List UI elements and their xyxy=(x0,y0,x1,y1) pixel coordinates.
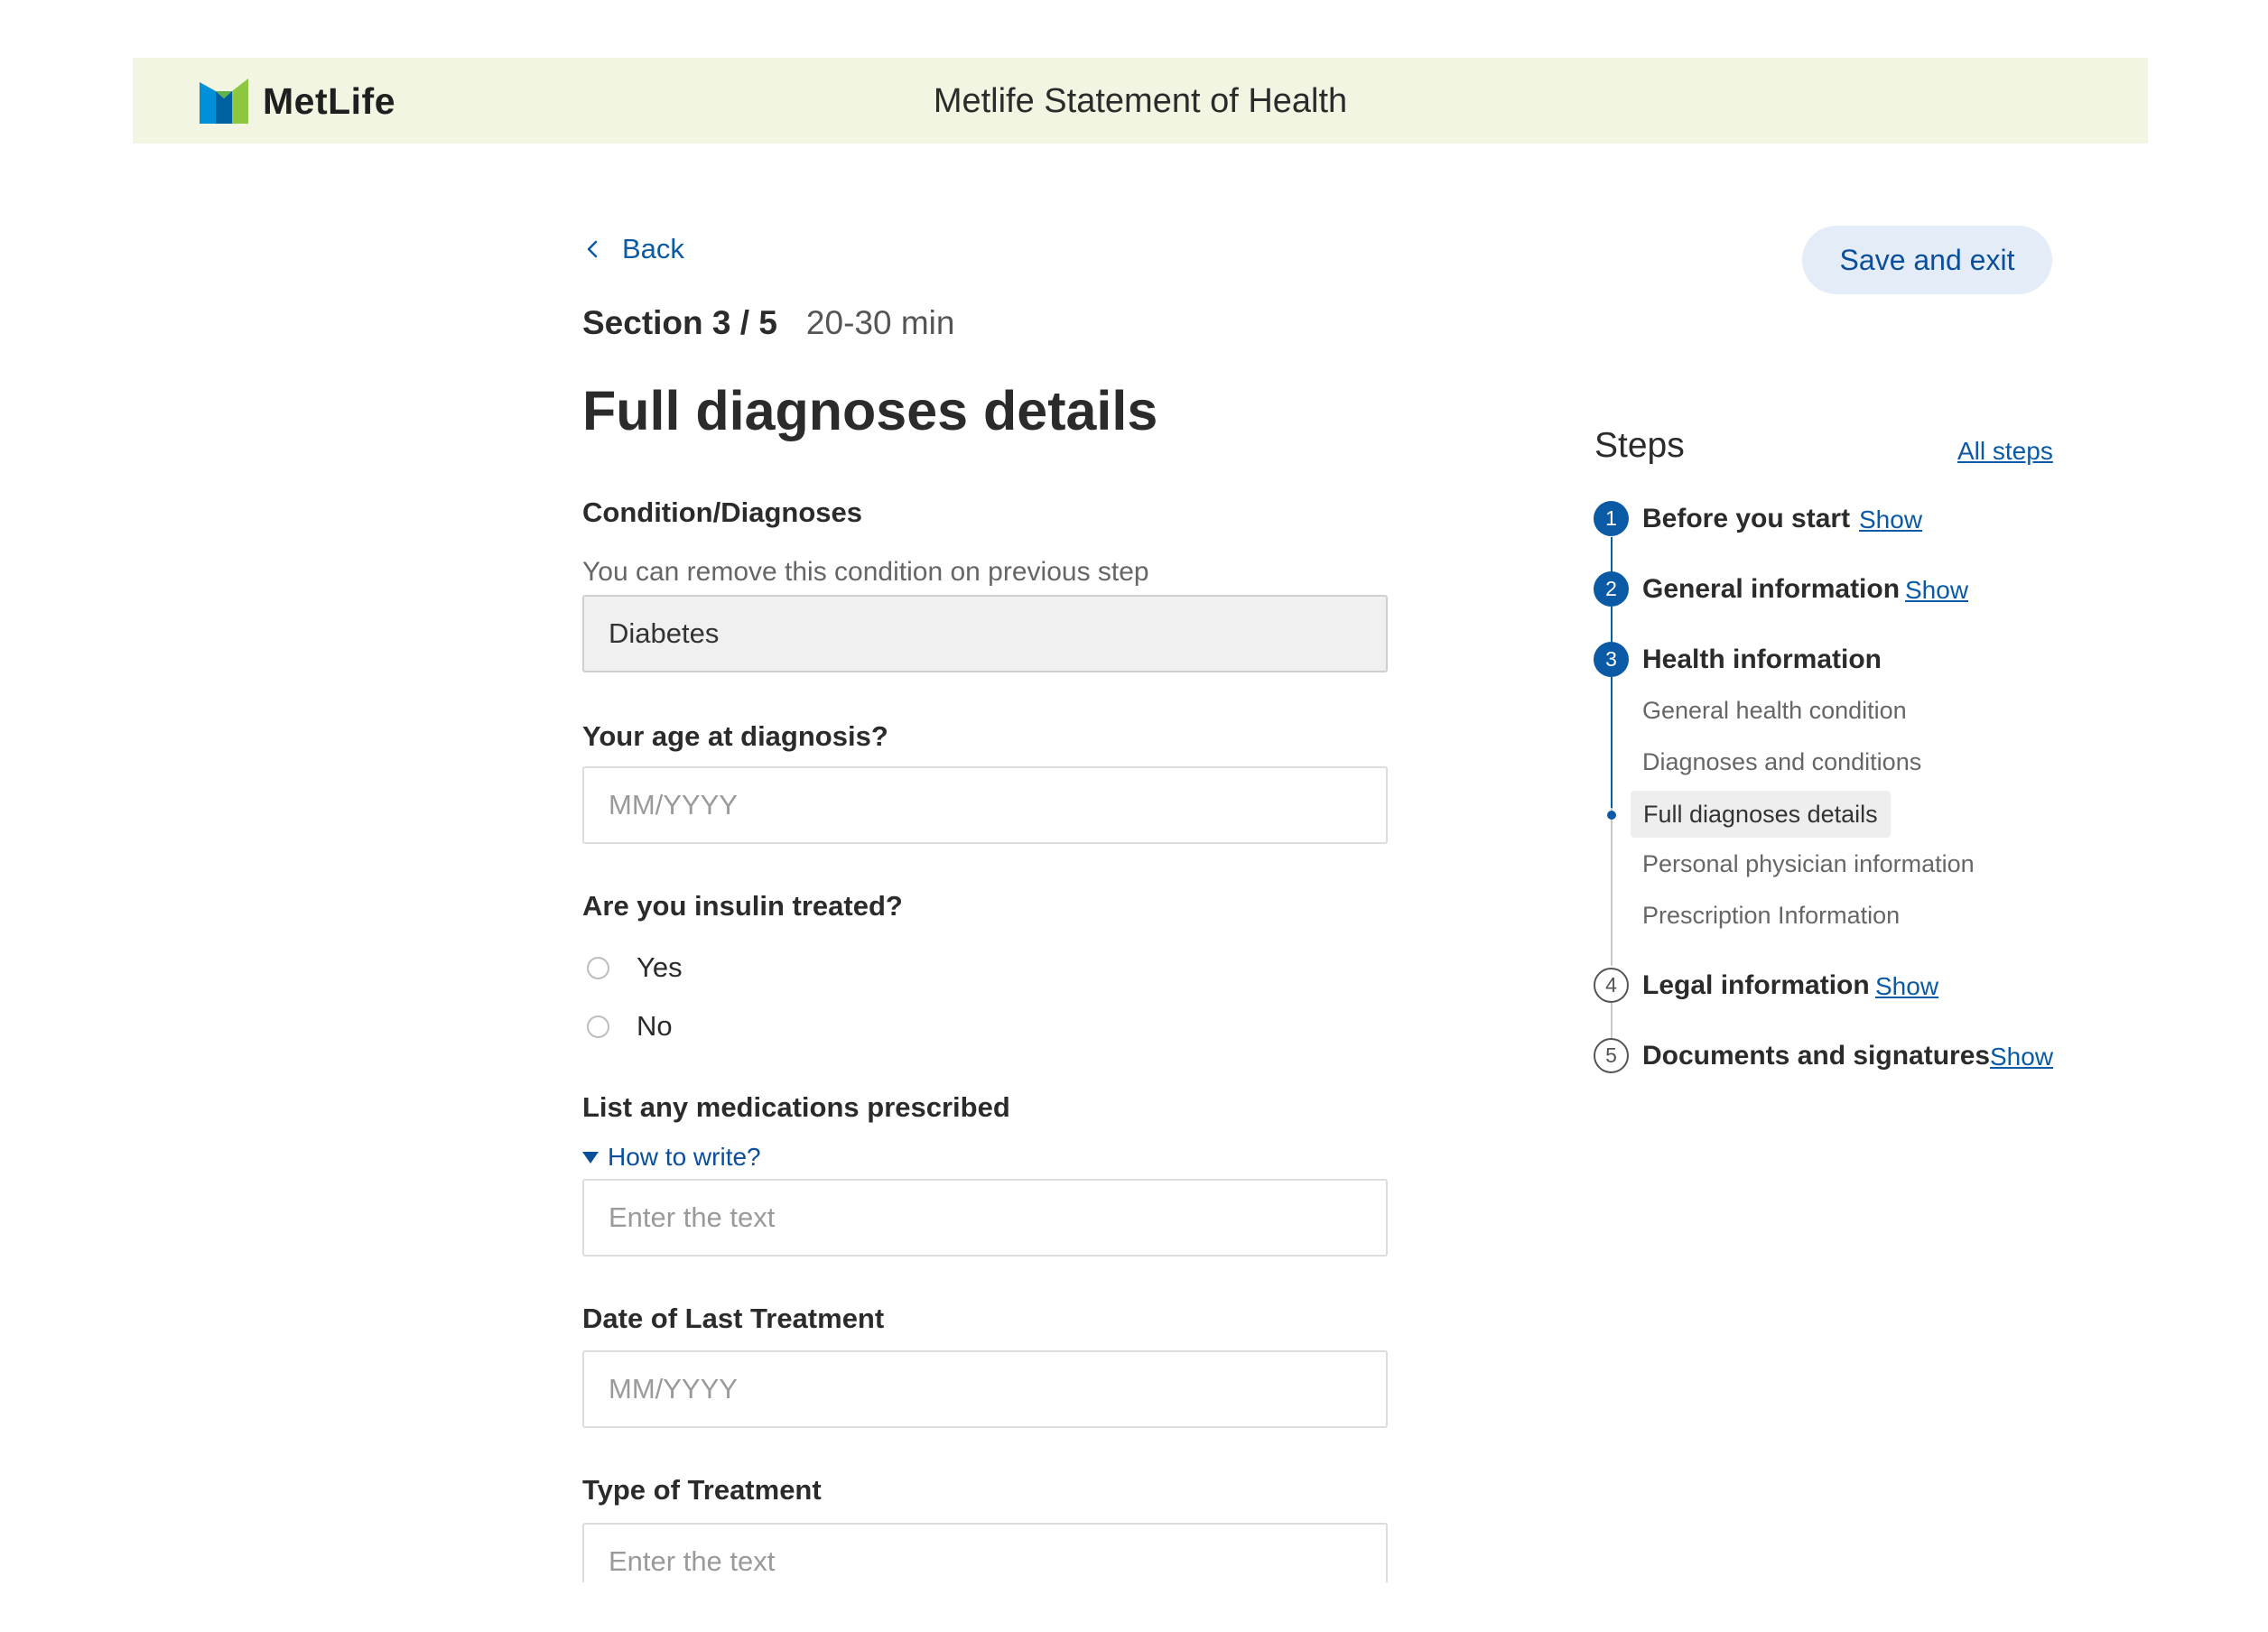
step-3-badge: 3 xyxy=(1594,642,1629,677)
back-link[interactable]: Back xyxy=(582,233,684,265)
step-2-show-link[interactable]: Show xyxy=(1905,576,1968,605)
insulin-treated-label: Are you insulin treated? xyxy=(582,890,903,922)
current-substep-marker xyxy=(1607,811,1616,820)
last-treatment-label: Date of Last Treatment xyxy=(582,1303,885,1334)
age-at-diagnosis-label: Your age at diagnosis? xyxy=(582,720,888,752)
radio-button[interactable] xyxy=(587,956,609,979)
step-4-badge: 4 xyxy=(1594,968,1629,1003)
substep-prescription-information[interactable]: Prescription Information xyxy=(1642,902,1900,930)
treatment-type-clip xyxy=(578,1518,1399,1582)
step-connector xyxy=(1611,1002,1613,1038)
step-3-label: Health information xyxy=(1642,644,1882,674)
page-title: Full diagnoses details xyxy=(582,380,1158,441)
step-connector xyxy=(1611,808,1613,966)
step-5-badge: 5 xyxy=(1594,1038,1629,1073)
chevron-left-icon xyxy=(587,240,598,258)
condition-label: Condition/Diagnoses xyxy=(582,496,862,528)
substep-general-health-condition[interactable]: General health condition xyxy=(1642,697,1907,725)
radio-button[interactable] xyxy=(587,1015,609,1038)
app-title: Metlife Statement of Health xyxy=(933,82,1348,120)
radio-label: No xyxy=(637,1010,673,1042)
step-1-label: Before you start xyxy=(1642,504,1851,533)
medications-input[interactable] xyxy=(582,1179,1388,1256)
step-2-badge: 2 xyxy=(1594,571,1629,607)
all-steps-link[interactable]: All steps xyxy=(1957,437,2053,466)
step-1-badge: 1 xyxy=(1594,501,1629,536)
app-header: MetLife Metlife Statement of Health xyxy=(133,58,2148,144)
age-at-diagnosis-input[interactable] xyxy=(582,766,1388,844)
step-2-label: General information xyxy=(1642,574,1901,604)
back-label: Back xyxy=(622,233,684,264)
step-connector xyxy=(1611,607,1613,643)
radio-label: Yes xyxy=(637,951,683,983)
step-connector xyxy=(1611,537,1613,573)
step-4-show-link[interactable]: Show xyxy=(1875,972,1938,1001)
step-5-show-link[interactable]: Show xyxy=(1990,1043,2053,1071)
treatment-type-label: Type of Treatment xyxy=(582,1474,822,1506)
section-indicator: Section 3 / 5 20-30 min xyxy=(582,304,954,342)
last-treatment-input[interactable] xyxy=(582,1350,1388,1428)
condition-field: Diabetes xyxy=(582,595,1388,672)
section-time-estimate: 20-30 min xyxy=(805,304,955,341)
substep-full-diagnoses-details[interactable]: Full diagnoses details xyxy=(1631,791,1891,838)
insulin-no-option[interactable]: No xyxy=(587,1010,673,1043)
how-to-write-label: How to write? xyxy=(608,1143,761,1171)
medications-label: List any medications prescribed xyxy=(582,1091,1010,1123)
steps-title: Steps xyxy=(1594,426,1685,465)
step-4-label: Legal information xyxy=(1642,970,1870,1000)
step-5-label: Documents and signatures xyxy=(1642,1041,1991,1071)
substep-diagnoses-and-conditions[interactable]: Diagnoses and conditions xyxy=(1642,748,1921,776)
section-number: Section 3 / 5 xyxy=(582,304,777,341)
substep-personal-physician-information[interactable]: Personal physician information xyxy=(1642,850,1975,878)
insulin-yes-option[interactable]: Yes xyxy=(587,951,683,984)
how-to-write-toggle[interactable]: How to write? xyxy=(582,1143,761,1172)
condition-hint: You can remove this condition on previou… xyxy=(582,557,1149,587)
step-1-show-link[interactable]: Show xyxy=(1859,505,1922,534)
step-connector xyxy=(1611,677,1613,808)
caret-down-icon xyxy=(582,1151,599,1164)
save-and-exit-button[interactable]: Save and exit xyxy=(1802,226,2052,294)
treatment-type-input[interactable] xyxy=(582,1523,1388,1582)
